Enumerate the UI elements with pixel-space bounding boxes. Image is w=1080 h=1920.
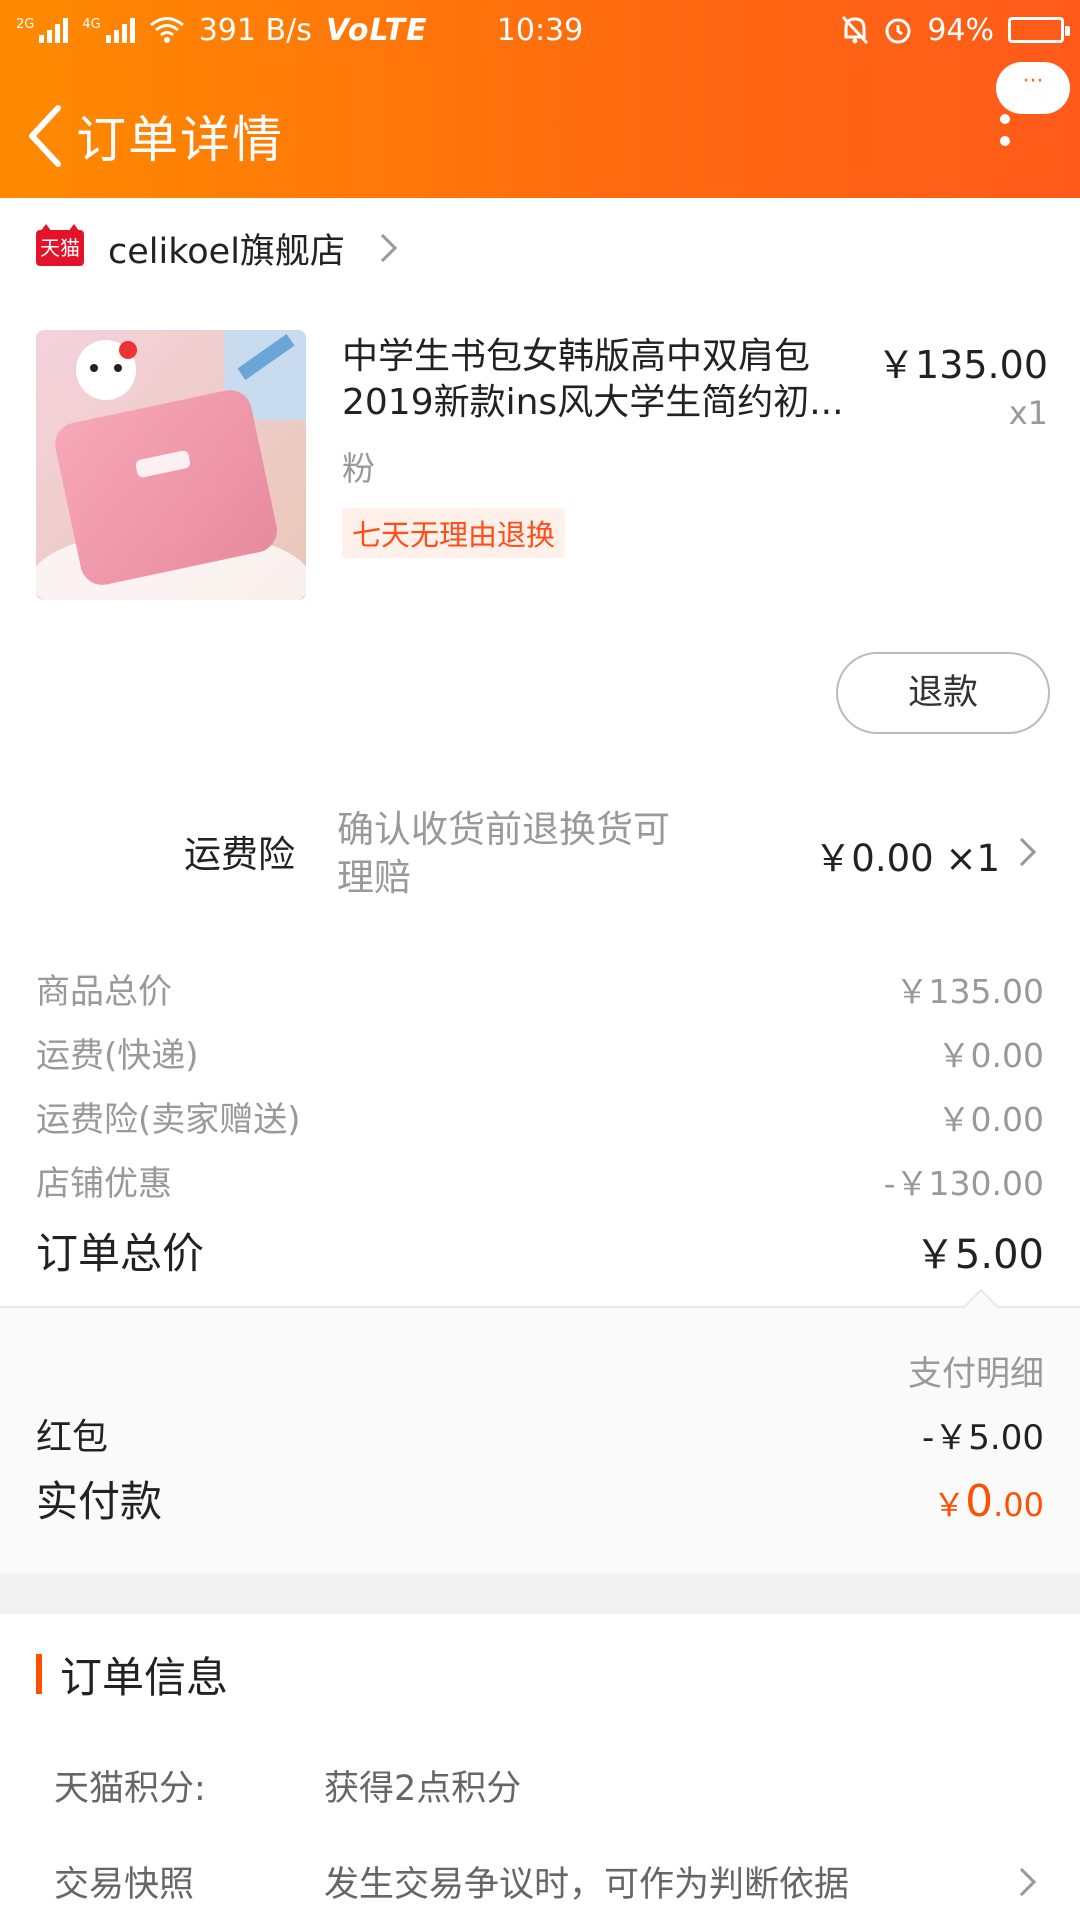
shipping-insurance-desc[interactable]: 确认收货前退换货可理赔 (337, 806, 697, 902)
summary-row: 店铺优惠 -￥130.00 (36, 1156, 1044, 1205)
battery-icon (1008, 17, 1070, 43)
payment-detail-label: 支付明细 (908, 1354, 1044, 1394)
volte-indicator: VoLTE (325, 12, 428, 48)
section-divider (0, 1574, 1080, 1614)
info-row-snapshot[interactable]: 交易快照 发生交易争议时，可作为判断依据 (54, 1856, 1044, 1907)
shop-name[interactable]: celikoel旗舰店 (108, 223, 345, 274)
summary-label: 商品总价 (36, 972, 172, 1012)
summary-value: ￥0.00 (937, 1035, 1044, 1075)
page-title: 订单详情 (76, 111, 284, 169)
refund-button[interactable]: 退款 (836, 652, 1050, 734)
summary-row: 运费险(卖家赠送) ￥0.00 (36, 1092, 1044, 1141)
redpacket-label: 红包 (36, 1417, 109, 1458)
panel-pointer (962, 1288, 1000, 1326)
summary-value: -￥130.00 (883, 1163, 1044, 1203)
actual-paid-label: 实付款 (36, 1477, 163, 1526)
net-speed: 391 B/s (198, 12, 312, 48)
info-row-points: 天猫积分: 获得2点积分 (54, 1760, 1044, 1811)
return-policy-tag: 七天无理由退换 (342, 508, 566, 558)
chevron-right-icon[interactable] (1007, 837, 1037, 867)
actual-paid-value: ￥0.00 (933, 1476, 1044, 1527)
tmall-logo-icon: 天猫 (36, 224, 84, 266)
status-bar: 2G 4G 391 B/s VoLTE 10:39 94% (16, 8, 1070, 52)
nav-bar: 订单详情 (0, 80, 1080, 190)
redpacket-row: 红包 -￥5.00 (36, 1408, 1044, 1460)
info-label: 交易快照 (54, 1865, 195, 1905)
product-quantity: x1 (1008, 394, 1048, 432)
summary-value: ￥135.00 (895, 971, 1044, 1011)
summary-row: 运费(快递) ￥0.00 (36, 1028, 1044, 1077)
order-info-heading: 订单信息 (36, 1652, 228, 1702)
shipping-insurance-price[interactable]: ￥0.00 ×1 (814, 828, 1000, 882)
signal-icon: 2G (16, 17, 69, 43)
product-sku: 粉 (342, 449, 375, 488)
signal-icon: 4G (82, 17, 135, 43)
redpacket-value: -￥5.00 (922, 1418, 1044, 1458)
accent-bar (36, 1654, 42, 1694)
app-header: 2G 4G 391 B/s VoLTE 10:39 94% 订单详情 ··· (0, 0, 1080, 198)
order-info-title: 订单信息 (60, 1652, 229, 1702)
alarm-icon (885, 18, 911, 44)
chevron-right-icon (368, 233, 398, 263)
back-arrow-icon[interactable] (18, 96, 68, 176)
product-image[interactable] (36, 330, 306, 600)
more-vertical-icon[interactable] (1000, 114, 1014, 154)
product-price: ￥135.00 (877, 343, 1048, 387)
info-value: 获得2点积分 (324, 1769, 522, 1809)
order-total-label: 订单总价 (36, 1229, 205, 1278)
summary-value: ￥0.00 (937, 1099, 1044, 1139)
shop-header[interactable]: 天猫 celikoel旗舰店 (36, 222, 398, 274)
shipping-insurance-label: 运费险 (184, 833, 295, 876)
summary-label: 运费(快递) (36, 1036, 199, 1076)
info-label: 天猫积分: (54, 1769, 206, 1809)
order-total-value: ￥5.00 (914, 1231, 1044, 1278)
more-menu-bubble[interactable]: ··· (996, 62, 1070, 114)
clock: 10:39 (496, 12, 584, 48)
actual-paid-row: 实付款 ￥0.00 (36, 1468, 1044, 1529)
summary-row: 商品总价 ￥135.00 (36, 964, 1044, 1013)
product-title[interactable]: 中学生书包女韩版高中双肩包2019新款ins风大学生简约初... (342, 334, 862, 428)
chevron-right-icon[interactable] (1007, 1867, 1037, 1896)
summary-label: 运费险(卖家赠送) (36, 1100, 301, 1140)
mute-bell-icon (842, 15, 869, 45)
payment-detail-panel: 支付明细 红包 -￥5.00 实付款 ￥0.00 (0, 1288, 1080, 1574)
info-value[interactable]: 发生交易争议时，可作为判断依据 (324, 1856, 1012, 1907)
order-total-row: 订单总价 ￥5.00 (36, 1220, 1044, 1281)
summary-label: 店铺优惠 (36, 1164, 172, 1204)
wifi-icon (149, 17, 184, 43)
battery-percent: 94% (927, 12, 994, 48)
